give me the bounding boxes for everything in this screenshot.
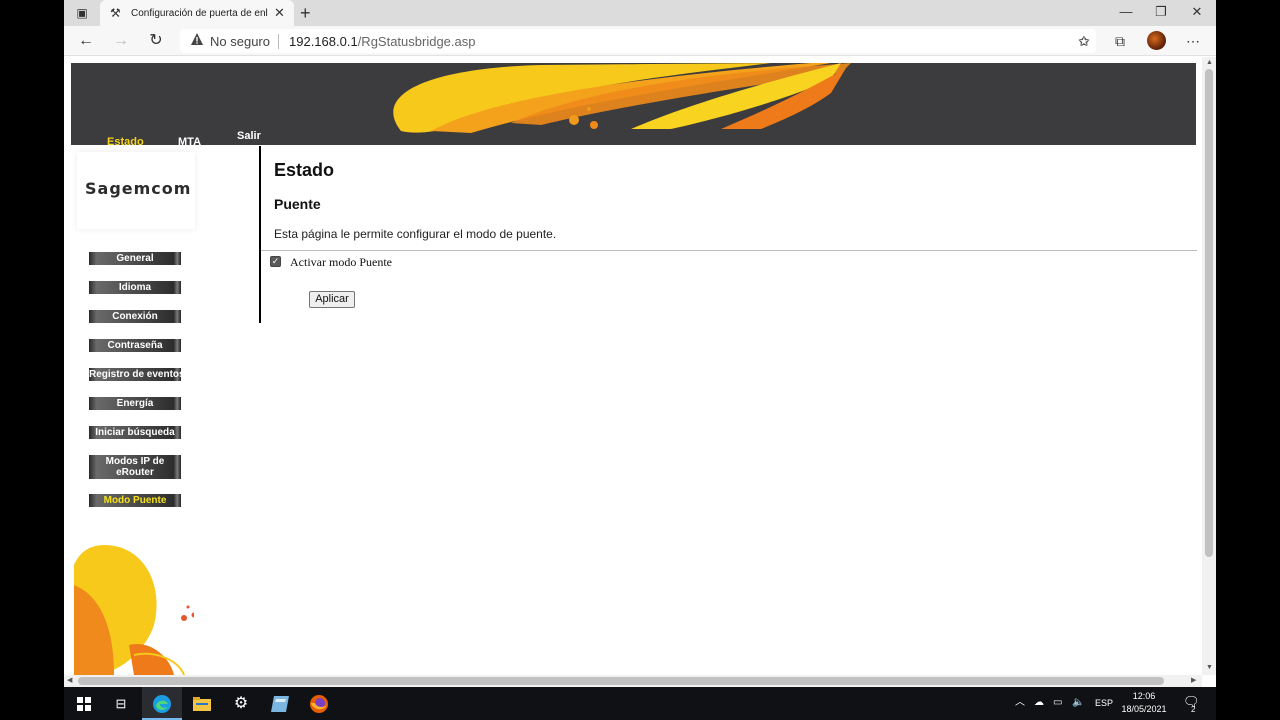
page-title: Estado — [274, 160, 335, 180]
file-explorer-icon[interactable] — [182, 687, 222, 720]
refresh-icon[interactable]: ↻ — [146, 31, 166, 51]
browser-tab[interactable]: ⚒ Configuración de puerta de enla ✕ — [100, 0, 294, 26]
maximize-button[interactable]: ❐ — [1146, 3, 1176, 21]
apply-button[interactable]: Aplicar — [309, 291, 355, 308]
bridge-mode-checkbox[interactable]: ✓ — [270, 256, 281, 267]
address-bar[interactable]: No seguro 192.168.0.1/RgStatusbridge.asp… — [180, 29, 1096, 53]
sidebar-item-modo-puente[interactable]: Modo Puente — [89, 494, 181, 507]
display-tray-icon[interactable]: ▭ — [1053, 696, 1062, 710]
sidebar-item-modos-ip[interactable]: Modos IP de eRouter — [89, 455, 181, 479]
windows-taskbar: ⊟ ⚙ ︿ ☁ ▭ 🔈 ESP 12:06 18/05/2021 🗨 2 — [64, 687, 1216, 720]
forward-icon[interactable]: → — [111, 31, 131, 51]
clock-date: 18/05/2021 — [1121, 704, 1167, 714]
profile-avatar[interactable] — [1147, 31, 1166, 50]
close-window-button[interactable]: ✕ — [1182, 3, 1212, 21]
vertical-scroll-thumb[interactable] — [1205, 69, 1213, 557]
navigation-bar: ← → ↻ No seguro 192.168.0.1/RgStatusbrid… — [64, 26, 1216, 56]
page-description: Esta página le permite configurar el mod… — [274, 227, 557, 241]
clock-time: 12:06 — [1132, 691, 1156, 701]
scroll-right-icon[interactable]: ▶ — [1191, 677, 1196, 685]
sidebar-item-idioma[interactable]: Idioma — [89, 281, 181, 294]
scroll-up-icon[interactable]: ▲ — [1206, 59, 1213, 67]
volume-icon[interactable]: 🔈 — [1072, 696, 1084, 710]
firefox-icon[interactable] — [299, 687, 339, 720]
tray-chevron-icon[interactable]: ︿ — [1015, 696, 1025, 710]
sidebar-item-energia[interactable]: Energía — [89, 397, 181, 410]
system-clock[interactable]: 12:06 18/05/2021 — [1114, 690, 1174, 716]
url-path: /RgStatusbridge.asp — [357, 34, 476, 49]
horizontal-scroll-thumb[interactable] — [78, 677, 1164, 685]
tools-icon: ⚒ — [110, 6, 121, 20]
edge-browser-icon[interactable] — [142, 687, 182, 720]
settings-gear-icon[interactable]: ⚙ — [221, 687, 261, 720]
router-banner: Estado MTA Salir — [71, 63, 1196, 145]
vertical-scrollbar[interactable]: ▲ ▼ — [1202, 57, 1216, 675]
browser-window: ▣ ⚒ Configuración de puerta de enla ✕ + … — [64, 0, 1216, 687]
minimize-button[interactable]: — — [1111, 3, 1141, 21]
desktop: ▣ ⚒ Configuración de puerta de enla ✕ + … — [0, 0, 1280, 720]
sidebar-item-conexion[interactable]: Conexión — [89, 310, 181, 323]
language-indicator[interactable]: ESP — [1095, 696, 1113, 710]
address-separator — [278, 34, 279, 49]
tab-title: Configuración de puerta de enla — [131, 8, 268, 19]
content-divider — [259, 146, 261, 323]
sagemcom-logo: Sagemcom — [77, 152, 195, 229]
security-label: No seguro — [210, 34, 270, 49]
favorites-icon[interactable]: ✩ — [1073, 31, 1095, 51]
scroll-down-icon[interactable]: ▼ — [1206, 664, 1213, 672]
url-host: 192.168.0.1 — [289, 34, 358, 49]
tab-close-icon[interactable]: ✕ — [274, 5, 285, 21]
sidebar-item-general[interactable]: General — [89, 252, 181, 265]
back-icon[interactable]: ← — [76, 31, 96, 51]
new-tab-button[interactable]: + — [300, 3, 311, 23]
scroll-left-icon[interactable]: ◀ — [67, 677, 72, 685]
start-windows-icon[interactable] — [64, 687, 104, 720]
topnav-mta[interactable]: MTA — [178, 136, 201, 145]
notes-app-icon[interactable] — [260, 687, 300, 720]
warning-icon — [191, 33, 203, 45]
task-view-icon[interactable]: ⊟ — [101, 687, 141, 720]
notification-count: 2 — [1191, 705, 1196, 714]
brand-logo-text: Sagemcom — [85, 179, 192, 198]
section-title: Puente — [274, 196, 321, 212]
url-text: 192.168.0.1/RgStatusbridge.asp — [289, 34, 475, 49]
horizontal-rule — [261, 250, 1197, 251]
network-tray-icon[interactable]: ☁ — [1034, 696, 1044, 710]
bridge-mode-label[interactable]: Activar modo Puente — [290, 255, 392, 270]
collections-icon[interactable]: ⧉ — [1109, 31, 1131, 51]
sidebar-item-contrasena[interactable]: Contraseña — [89, 339, 181, 352]
page-viewport: Estado MTA Salir Sagemcom General Idioma… — [64, 57, 1216, 675]
more-menu-icon[interactable]: ⋯ — [1182, 31, 1204, 51]
sidebar-item-registro-eventos[interactable]: Registro de eventos — [89, 368, 181, 381]
topnav-estado[interactable]: Estado — [107, 136, 144, 145]
tab-strip: ▣ ⚒ Configuración de puerta de enla ✕ + … — [64, 0, 1216, 26]
sidebar-item-iniciar-busqueda[interactable]: Iniciar búsqueda — [89, 426, 181, 439]
horizontal-scrollbar[interactable]: ◀ ▶ — [64, 675, 1202, 687]
topnav-salir[interactable]: Salir — [237, 130, 261, 143]
decorative-swirl-graphic — [74, 545, 194, 675]
tab-actions-icon[interactable]: ▣ — [72, 5, 92, 21]
